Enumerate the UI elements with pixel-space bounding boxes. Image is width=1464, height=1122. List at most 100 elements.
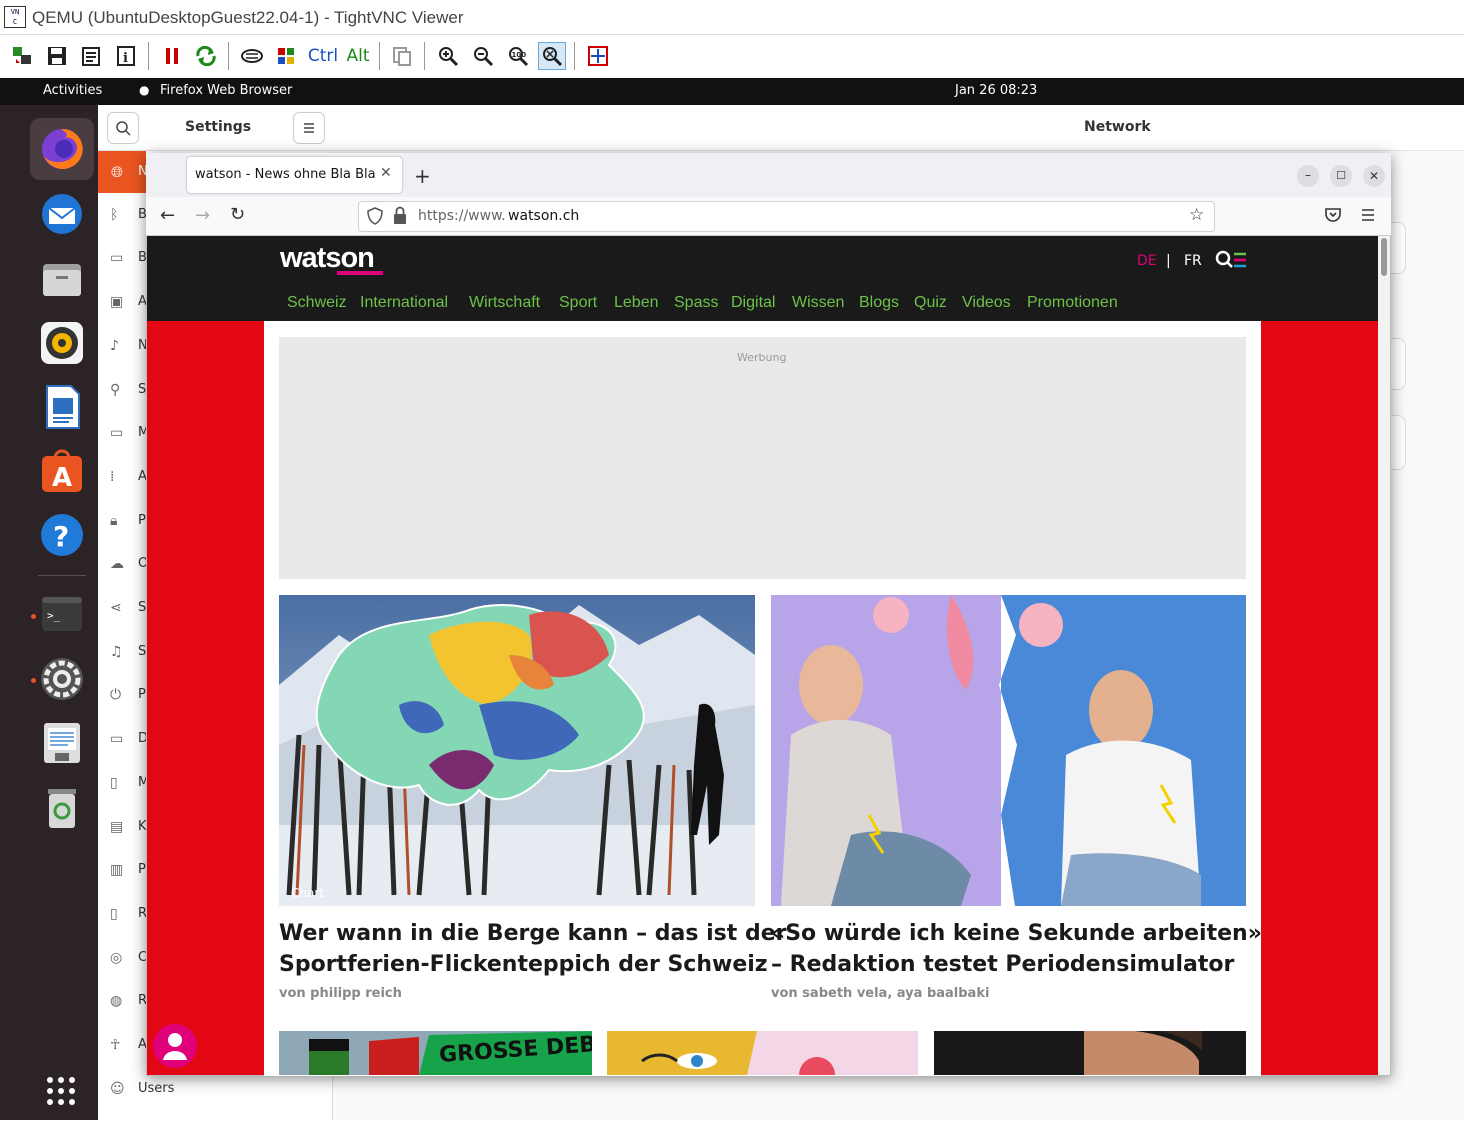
lang-fr[interactable]: FR — [1184, 253, 1202, 269]
search-menu-icon[interactable] — [1215, 250, 1249, 276]
nav-link-schweiz[interactable]: Schweiz — [287, 294, 347, 312]
fullscreen-icon[interactable] — [584, 42, 612, 70]
nav-link-sport[interactable]: Sport — [559, 294, 597, 312]
alt-key-button[interactable]: Alt — [343, 42, 373, 70]
nav-link-quiz[interactable]: Quiz — [914, 294, 947, 312]
close-window-icon[interactable]: ✕ — [1363, 165, 1385, 187]
apps-icon: ⁞ — [110, 468, 115, 485]
text-editor-icon[interactable] — [30, 712, 94, 774]
accessibility-icon: ☥ — [110, 1037, 121, 1053]
forward-icon[interactable]: → — [195, 205, 210, 226]
pause-icon[interactable] — [158, 42, 186, 70]
sidebar-item-label: P — [138, 512, 146, 528]
lock-icon[interactable] — [392, 206, 408, 230]
vnc-toolbar: i Ctrl Alt 100 — [0, 36, 1464, 77]
minimize-icon[interactable]: – — [1297, 165, 1319, 187]
app-menu-icon[interactable] — [1360, 206, 1376, 228]
libreoffice-writer-icon[interactable] — [30, 376, 94, 438]
lock-icon: 🔒︎ — [110, 512, 118, 529]
mouse-icon: ▯ — [110, 774, 118, 791]
url-bar[interactable]: https://www. watson.ch ☆ — [358, 201, 1215, 232]
options-icon[interactable] — [77, 42, 105, 70]
help-icon[interactable]: ? — [30, 504, 94, 566]
refresh-icon[interactable] — [192, 42, 220, 70]
new-connection-icon[interactable] — [8, 42, 36, 70]
teaser-image[interactable]: GROSSE DEBA — [279, 1031, 592, 1075]
zoom-out-icon[interactable] — [469, 42, 497, 70]
multitasking-icon: ▭ — [110, 425, 124, 442]
browser-tab[interactable]: watson - News ohne Bla Bla ✕ — [187, 157, 402, 193]
nav-link-wirtschaft[interactable]: Wirtschaft — [469, 294, 540, 312]
settings-menu-button[interactable] — [293, 112, 325, 144]
ctrl-esc-icon[interactable] — [273, 42, 301, 70]
trash-icon[interactable] — [30, 777, 94, 839]
settings-icon[interactable] — [30, 648, 94, 710]
background-icon: ▭ — [110, 250, 124, 267]
teaser-image[interactable] — [934, 1031, 1246, 1075]
info-icon[interactable]: i — [112, 42, 140, 70]
zoom-100-icon[interactable]: 100 — [504, 42, 532, 70]
firefox-icon[interactable] — [30, 118, 94, 180]
article-byline[interactable]: von philipp reich — [279, 986, 402, 1001]
nav-link-leben[interactable]: Leben — [614, 294, 659, 312]
headline-line: Sportferien-Flickenteppich der Schweiz — [279, 952, 768, 977]
firefox-small-icon: ● — [139, 83, 150, 97]
app-menu[interactable]: Firefox Web Browser — [160, 83, 292, 98]
nav-link-blogs[interactable]: Blogs — [859, 294, 899, 312]
globe-icon: ◍ — [110, 993, 123, 1010]
nav-link-videos[interactable]: Videos — [962, 294, 1011, 312]
zoom-in-icon[interactable] — [434, 42, 462, 70]
nav-link-spass[interactable]: Spass — [674, 294, 718, 312]
bell-icon: ♪ — [110, 337, 119, 354]
save-icon[interactable] — [43, 42, 71, 70]
settings-search-button[interactable] — [107, 112, 139, 144]
bookmark-star-icon[interactable]: ☆ — [1189, 205, 1204, 225]
article-headline[interactable]: Wer wann in die Berge kann – das ist der… — [279, 918, 786, 980]
show-apps-icon[interactable] — [30, 1060, 92, 1122]
lang-de[interactable]: DE — [1137, 253, 1157, 269]
files-icon[interactable] — [30, 248, 94, 310]
nav-link-wissen[interactable]: Wissen — [792, 294, 844, 312]
scrollbar-thumb[interactable] — [1381, 238, 1387, 276]
teaser-image[interactable] — [607, 1031, 918, 1075]
nav-link-international[interactable]: International — [360, 294, 448, 312]
article-byline[interactable]: von sabeth vela, aya baalbaki — [771, 986, 989, 1001]
maximize-icon[interactable]: ☐ — [1330, 165, 1352, 187]
svg-text:A: A — [52, 463, 72, 493]
svg-text:?: ? — [53, 520, 69, 553]
bluetooth-icon: ᛒ — [110, 206, 119, 223]
user-account-button[interactable] — [153, 1024, 197, 1068]
sidebar-item-label: Users — [138, 1080, 175, 1096]
clipboard-icon[interactable] — [388, 42, 416, 70]
article-image-periodensimulator[interactable] — [771, 595, 1246, 906]
search-icon: ⚲ — [110, 381, 121, 398]
nav-link-digital[interactable]: Digital — [731, 294, 775, 312]
clock[interactable]: Jan 26 08:23 — [955, 83, 1037, 98]
back-icon[interactable]: ← — [160, 205, 175, 226]
new-tab-icon[interactable]: + — [414, 164, 431, 188]
terminal-icon[interactable]: >_ — [30, 583, 94, 645]
settings-card — [1390, 415, 1406, 470]
headline-line: – Redaktion testet Periodensimulator — [771, 952, 1235, 977]
svg-text:>_: >_ — [47, 609, 61, 622]
reload-icon[interactable]: ↻ — [230, 204, 245, 225]
nav-link-promotionen[interactable]: Promotionen — [1027, 294, 1118, 312]
close-tab-icon[interactable]: ✕ — [380, 165, 392, 181]
ctrl-key-button[interactable]: Ctrl — [307, 42, 339, 70]
tightvnc-app-icon: VN C — [4, 6, 26, 28]
ubuntu-software-icon[interactable]: A — [30, 440, 94, 502]
page-scrollbar[interactable] — [1378, 236, 1390, 1075]
tracking-shield-icon[interactable] — [366, 206, 384, 230]
ctrl-alt-del-icon[interactable] — [238, 42, 266, 70]
article-headline[interactable]: «So würde ich keine Sekunde arbeiten» – … — [771, 918, 1262, 980]
thunderbird-icon[interactable] — [30, 183, 94, 245]
pocket-icon[interactable] — [1324, 206, 1342, 228]
zoom-fit-icon[interactable] — [538, 42, 566, 70]
cloud-icon: ☁ — [110, 556, 124, 573]
appearance-icon: ▣ — [110, 294, 124, 311]
network-icon: 🌐︎ — [111, 163, 124, 181]
article-image-sportferien[interactable]: Chart — [279, 595, 755, 906]
rhythmbox-icon[interactable] — [30, 312, 94, 374]
settings-card — [1390, 338, 1406, 390]
activities-button[interactable]: Activities — [43, 83, 102, 98]
